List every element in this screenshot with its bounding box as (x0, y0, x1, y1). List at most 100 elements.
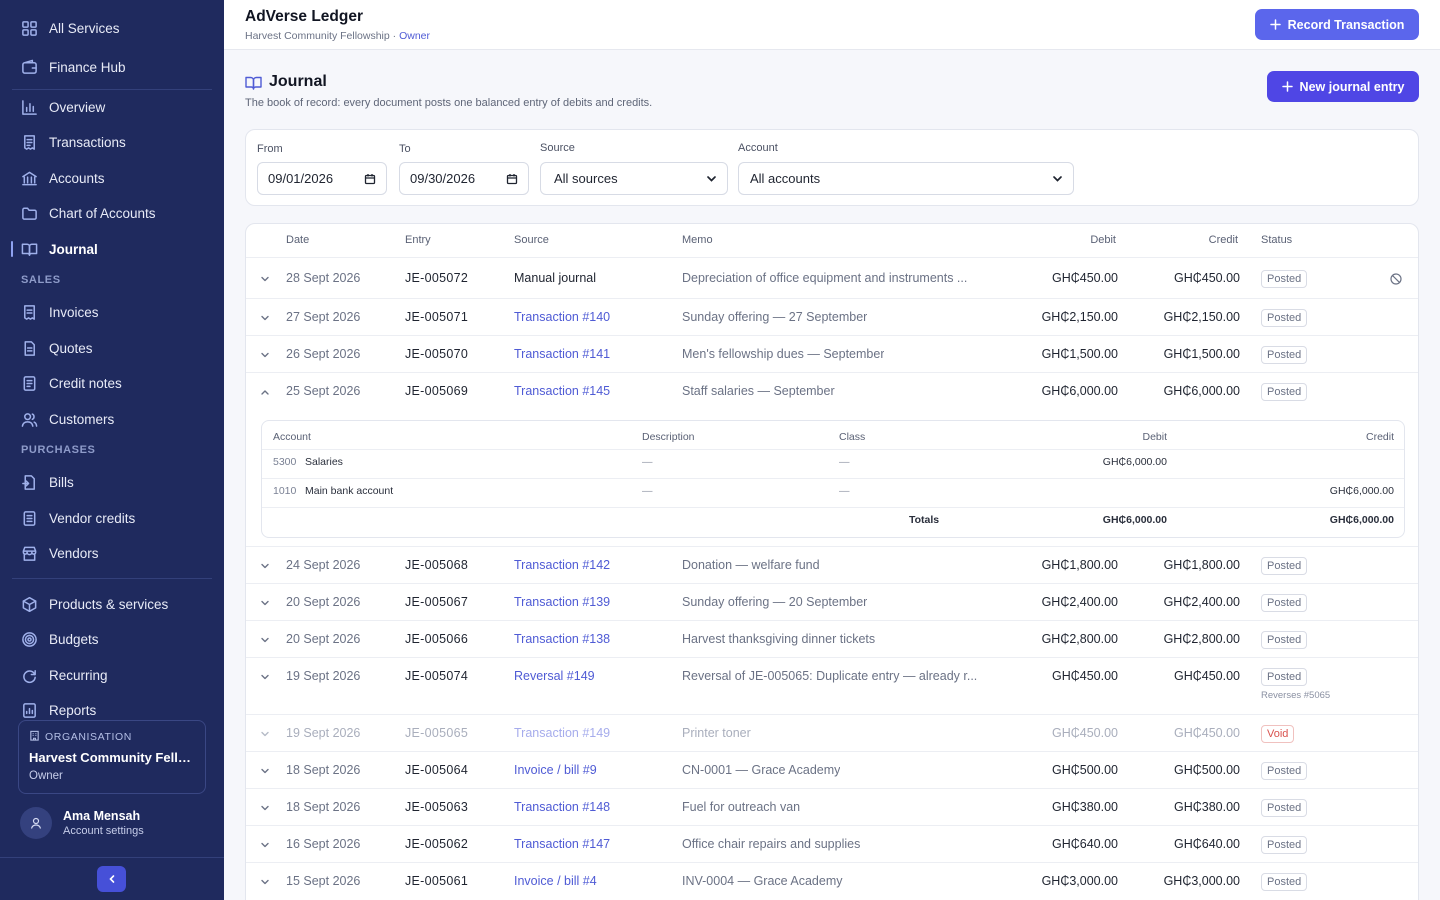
row-source-link[interactable]: Transaction #138 (514, 632, 610, 646)
row-source-link[interactable]: Transaction #149 (514, 726, 610, 740)
account-settings-link[interactable]: Account settings (63, 825, 144, 837)
table-row[interactable]: 24 Sept 2026 JE-005068 Transaction #142 Don… (246, 546, 1418, 583)
row-source-link[interactable]: Transaction #141 (514, 347, 610, 361)
chevron-down-icon[interactable] (259, 597, 271, 609)
row-source-link[interactable]: Transaction #145 (514, 384, 610, 398)
sidebar-item-label: Reports (49, 702, 97, 718)
header-status[interactable]: Status (1261, 234, 1292, 246)
chevron-down-icon[interactable] (259, 671, 271, 683)
status-badge: Posted (1261, 346, 1308, 364)
chevron-down-icon[interactable] (259, 634, 271, 646)
row-source-link[interactable]: Invoice / bill #9 (514, 763, 597, 777)
store-icon (20, 544, 38, 562)
source-select[interactable]: All sources (540, 162, 728, 195)
sidebar-item-quotes[interactable]: Quotes (0, 333, 224, 363)
header-separator: · (389, 30, 400, 42)
collapse-sidebar-button[interactable] (97, 866, 126, 892)
row-source: Manual journal (514, 271, 596, 285)
filter-panel: From 09/01/2026 To 09/30/2026 Source All… (245, 129, 1419, 206)
sidebar-item-overview[interactable]: Overview (0, 92, 224, 122)
sidebar-item-chart-of-accounts[interactable]: Chart of Accounts (0, 198, 224, 228)
record-transaction-label: Record Transaction (1287, 17, 1405, 32)
table-row[interactable]: 26 Sept 2026 JE-005070 Transaction #141 Men… (246, 335, 1418, 372)
chevron-down-icon[interactable] (259, 876, 271, 888)
chevron-down-icon[interactable] (259, 349, 271, 361)
table-row[interactable]: 16 Sept 2026 JE-005062 Transaction #147 Off… (246, 825, 1418, 862)
from-date-input[interactable]: 09/01/2026 (257, 162, 387, 195)
row-credit: GH₵1,800.00 (1163, 558, 1240, 572)
chevron-down-icon[interactable] (259, 560, 271, 572)
table-row[interactable]: 19 Sept 2026 JE-005065 Transaction #149 Pri… (246, 714, 1418, 751)
from-label: From (257, 143, 283, 155)
chevron-down-icon[interactable] (259, 765, 271, 777)
sidebar-item-accounts[interactable]: Accounts (0, 163, 224, 193)
status-badge: Posted (1261, 383, 1308, 401)
void-entry-icon[interactable] (1390, 273, 1402, 288)
sidebar-item-label: Recurring (49, 667, 108, 683)
chevron-down-icon[interactable] (259, 273, 271, 285)
table-row[interactable]: 15 Sept 2026 JE-005061 Invoice / bill #4 IN… (246, 862, 1418, 899)
header-role: Owner (399, 30, 430, 42)
header-credit[interactable]: Credit (1209, 234, 1238, 246)
sidebar-item-invoices[interactable]: Invoices (0, 297, 224, 327)
chevron-up-icon[interactable] (259, 386, 271, 398)
to-date-value: 09/30/2026 (410, 171, 476, 186)
sidebar-item-label: Journal (49, 241, 98, 257)
table-row[interactable]: 20 Sept 2026 JE-005066 Transaction #138 Har… (246, 620, 1418, 657)
chevron-down-icon[interactable] (259, 728, 271, 740)
header-memo[interactable]: Memo (682, 234, 713, 246)
row-debit: GH₵6,000.00 (1041, 384, 1118, 398)
sidebar-item-journal[interactable]: Journal (0, 234, 224, 264)
table-row[interactable]: 28 Sept 2026 JE-005072 Manual journal Depre… (246, 257, 1418, 298)
row-source-link[interactable]: Transaction #142 (514, 558, 610, 572)
detail-description: — (642, 485, 653, 497)
row-date: 18 Sept 2026 (286, 800, 361, 814)
plus-icon (1269, 19, 1281, 30)
row-source-link[interactable]: Reversal #149 (514, 669, 595, 683)
row-source-link[interactable]: Transaction #148 (514, 800, 610, 814)
table-row[interactable]: 18 Sept 2026 JE-005063 Transaction #148 Fue… (246, 788, 1418, 825)
sidebar-item-products-and-services[interactable]: Products & services (0, 589, 224, 619)
user-menu[interactable]: Ama Mensah Account settings (20, 807, 144, 839)
to-date-input[interactable]: 09/30/2026 (399, 162, 529, 195)
row-date: 25 Sept 2026 (286, 384, 361, 398)
table-row[interactable]: 18 Sept 2026 JE-005064 Invoice / bill #9 CN… (246, 751, 1418, 788)
status-badge: Posted (1261, 762, 1308, 780)
sidebar-item-credit-notes[interactable]: Credit notes (0, 368, 224, 398)
row-source-link[interactable]: Transaction #140 (514, 310, 610, 324)
chevron-down-icon[interactable] (259, 312, 271, 324)
sidebar-item-all-services[interactable]: All Services (0, 13, 224, 43)
sidebar-item-customers[interactable]: Customers (0, 404, 224, 434)
row-debit: GH₵640.00 (1051, 837, 1118, 851)
sidebar-item-vendors[interactable]: Vendors (0, 538, 224, 568)
sidebar-item-recurring[interactable]: Recurring (0, 660, 224, 690)
table-row[interactable]: 20 Sept 2026 JE-005067 Transaction #139 Sun… (246, 583, 1418, 620)
header-source[interactable]: Source (514, 234, 549, 246)
account-select[interactable]: All accounts (738, 162, 1074, 195)
table-row[interactable]: 25 Sept 2026 JE-005069 Transaction #145 Sta… (246, 372, 1418, 409)
table-row[interactable]: 27 Sept 2026 JE-005071 Transaction #140 Sun… (246, 298, 1418, 335)
row-memo: INV-0004 — Grace Academy (682, 874, 843, 888)
chevron-down-icon[interactable] (259, 802, 271, 814)
sidebar-item-budgets[interactable]: Budgets (0, 624, 224, 654)
table-row[interactable]: 19 Sept 2026 JE-005074 Reversal #149 Revers… (246, 657, 1418, 714)
detail-header-description: Description (642, 431, 695, 443)
organisation-card[interactable]: ORGANISATION Harvest Community Fellowshi… (18, 720, 206, 794)
bar-chart-icon (20, 98, 38, 116)
row-source-link[interactable]: Transaction #147 (514, 837, 610, 851)
header-entry[interactable]: Entry (405, 234, 431, 246)
row-source-link[interactable]: Transaction #139 (514, 595, 610, 609)
header-debit[interactable]: Debit (1090, 234, 1116, 246)
sidebar-item-transactions[interactable]: Transactions (0, 127, 224, 157)
organisation-name: Harvest Community Fellowship (29, 750, 195, 765)
chevron-down-icon[interactable] (259, 839, 271, 851)
record-transaction-button[interactable]: Record Transaction (1255, 9, 1419, 40)
sidebar-item-bills[interactable]: Bills (0, 467, 224, 497)
row-source-link[interactable]: Invoice / bill #4 (514, 874, 597, 888)
new-journal-entry-button[interactable]: New journal entry (1267, 71, 1419, 102)
row-memo: Harvest thanksgiving dinner tickets (682, 632, 876, 646)
header-date[interactable]: Date (286, 234, 309, 246)
sidebar-item-vendor-credits[interactable]: Vendor credits (0, 503, 224, 533)
sidebar-item-finance-hub[interactable]: Finance Hub (0, 52, 224, 82)
status-badge: Posted (1261, 799, 1308, 817)
